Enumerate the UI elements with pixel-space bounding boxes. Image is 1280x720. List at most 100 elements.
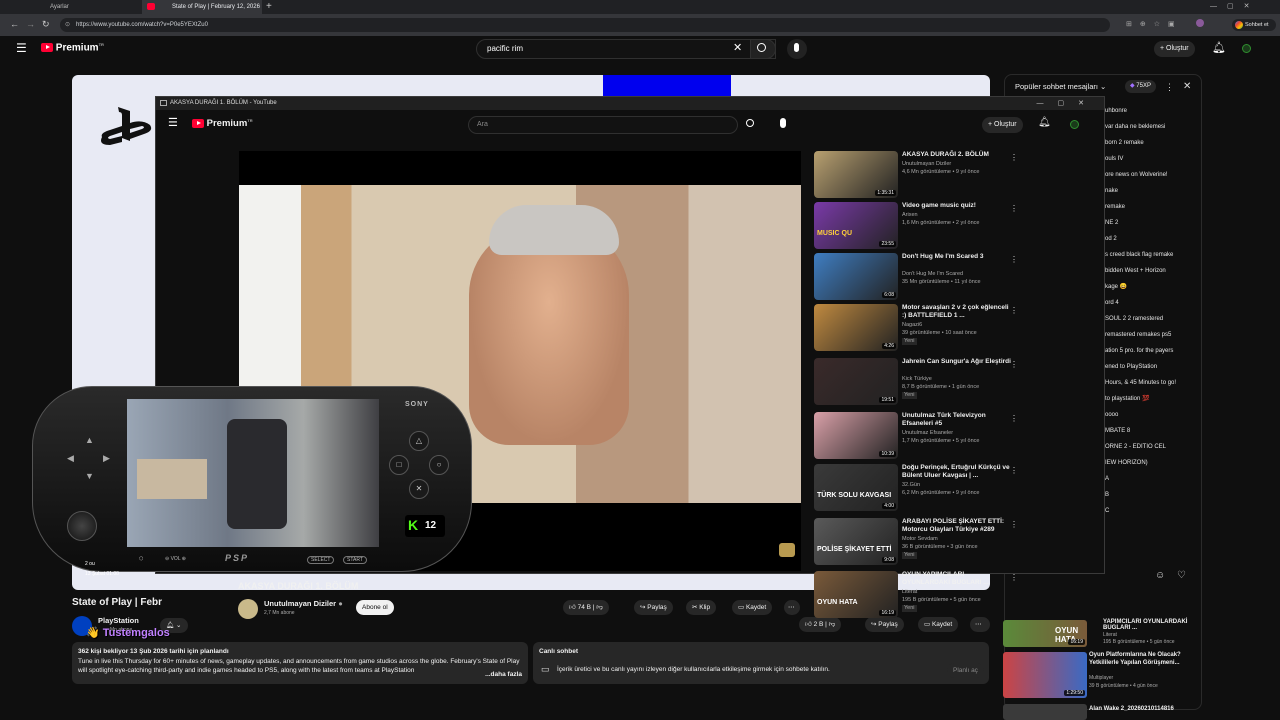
rec-thumbnail[interactable]: 16:19 OYUN HATA (814, 571, 898, 618)
popup-save-button[interactable]: ▭ Kaydet (732, 600, 773, 615)
back-icon[interactable]: ← (10, 19, 19, 29)
close-chat-icon[interactable]: ✕ (1183, 81, 1191, 92)
rec-item[interactable]: 16:19 OYUN HATA OYUN YAPIMCILARI OYUNLARDA… (814, 571, 1018, 621)
popup-like-button[interactable]: 👍︎ 74 B | 👎︎ (563, 600, 609, 615)
rec-title[interactable]: Doğu Perinçek, Ertuğrul Kürkçü ve Bülent… (902, 464, 1012, 480)
chat-more-icon[interactable]: ⋮ (1165, 82, 1174, 93)
rec-thumb-2[interactable]: 1:29:50 (1003, 652, 1087, 698)
rec-item[interactable]: 10:39 Unutulmaz Türk Televizyon Efsaneler… (814, 412, 1018, 462)
popup-mic-icon[interactable] (780, 118, 786, 128)
rec-item[interactable]: 4:26 Motor savaşları 2 v 2 çok eğlenceli … (814, 304, 1018, 354)
new-tab-icon[interactable]: + (266, 1, 272, 12)
rec-meta: 1,6 Mn görüntüleme • 2 yıl önce (902, 220, 980, 226)
account-avatar[interactable] (1242, 44, 1251, 53)
rec-more-icon[interactable]: ⋮ (1010, 204, 1018, 213)
rec-more-icon[interactable]: ⋮ (1010, 153, 1018, 162)
voice-search-button[interactable] (787, 39, 807, 59)
main-channel-name[interactable]: PlayStation (98, 616, 139, 625)
chat-message: kage 😄 (1105, 284, 1128, 290)
rec-title-1[interactable]: YAPIMCILARI OYUNLARDAKİ BUGLARI ... (1103, 619, 1198, 631)
rec-thumb-1[interactable]: OYUN HATA 16:19 (1003, 620, 1087, 647)
chat-mode-dropdown[interactable]: Popüler sohbet mesajları ⌄ (1015, 82, 1106, 91)
rec-title-3[interactable]: Alan Wake 2_20260210114816 (1089, 706, 1199, 712)
rec-thumbnail[interactable]: 4:26 (814, 304, 898, 351)
popup-channel-avatar[interactable] (238, 599, 258, 619)
tab-settings[interactable]: Ayarlar (20, 0, 142, 14)
popup-more-button[interactable]: ⋯ (784, 600, 800, 615)
popup-notifications-icon[interactable]: 🔔︎ (1038, 117, 1051, 128)
profile-avatar[interactable] (1196, 19, 1204, 27)
site-info-icon[interactable]: ⊙ (65, 18, 70, 32)
clear-search-icon[interactable]: ✕ (733, 41, 742, 54)
popup-menu-icon[interactable]: ☰ (168, 116, 178, 129)
rec-duration: 10:39 (879, 451, 896, 457)
analog-stick (67, 511, 97, 541)
popup-account-avatar[interactable] (1070, 120, 1079, 129)
chat-message: IEW HORIZON) (1105, 460, 1148, 466)
rec-thumbnail[interactable]: 1:35:31 (814, 151, 898, 198)
extension-icons[interactable]: ⊞⊕☆▣ (1126, 20, 1183, 28)
rec-more-icon[interactable]: ⋮ (1010, 520, 1018, 529)
popup-channel-name[interactable]: Unutulmayan Diziler ● (264, 599, 343, 608)
forward-icon[interactable]: → (26, 19, 35, 29)
rec-duration: 16:19 (879, 610, 896, 616)
popup-youtube-logo[interactable]: OluşturPremiumTR (192, 118, 253, 129)
create-button[interactable]: + Oluştur (1154, 41, 1195, 57)
rec-more-icon[interactable]: ⋮ (1010, 255, 1018, 264)
description-more-link[interactable]: ...daha fazla (485, 669, 522, 679)
rec-thumbnail[interactable]: 19:51 (814, 358, 898, 405)
search-button[interactable] (750, 39, 776, 59)
rec-thumbnail[interactable]: 23:55 MUSIC QU (814, 202, 898, 249)
side-recommendations: OYUN HATA 16:19 YAPIMCILARI OYUNLARDAKİ … (1003, 619, 1199, 720)
rec-item[interactable]: 4:00 TÜRK SOLU KAVGASI Doğu Perinçek, Ertu… (814, 464, 1018, 514)
popup-search-input[interactable]: Ara (468, 116, 738, 134)
rec-title[interactable]: Don't Hug Me I'm Scared 3 (902, 253, 1012, 261)
rec-title-2[interactable]: Oyun Platformlarına Ne Olacak? Yetkilile… (1089, 652, 1199, 667)
rec-channel: 32.Gün (902, 482, 921, 488)
chat-button[interactable]: Sohbet et (1232, 19, 1276, 31)
rec-more-icon[interactable]: ⋮ (1010, 414, 1018, 423)
popup-window-controls[interactable]: —▢✕ (1037, 97, 1098, 110)
popup-clip-button[interactable]: ✂ Klip (686, 600, 717, 615)
rec-thumbnail[interactable]: 9:08 POLİSE ŞİKAYET ETTİ (814, 518, 898, 565)
live-chat-button[interactable]: Planlı aç (947, 663, 984, 678)
video-description[interactable]: 362 kişi bekliyor 13 Şub 2026 tarihi içi… (72, 642, 528, 684)
popup-create-button[interactable]: + Oluştur (982, 117, 1023, 133)
rec-more-icon[interactable]: ⋮ (1010, 573, 1018, 582)
notifications-icon[interactable]: 🔔︎ (1212, 41, 1226, 54)
subscribe-button[interactable]: Abone ol (356, 600, 394, 615)
rec-thumbnail[interactable]: 4:00 TÜRK SOLU KAVGASI (814, 464, 898, 511)
rec-item[interactable]: 19:51 Jahrein Can Sungur'a Ağır Eleştirdi… (814, 358, 1018, 408)
rec-title[interactable]: OYUN YAPIMCILARI OYUNLARDAKİ BUGLARI ... (902, 571, 1012, 587)
rec-thumbnail[interactable]: 6:08 (814, 253, 898, 300)
youtube-premium-logo[interactable]: PremiumTR (41, 42, 104, 53)
rec-title[interactable]: Unutulmaz Türk Televizyon Efsaneleri #5 (902, 412, 1012, 428)
rec-new-badge: Yeni (902, 552, 917, 559)
rec-more-icon[interactable]: ⋮ (1010, 466, 1018, 475)
rec-item[interactable]: 23:55 MUSIC QU Video game music quiz! Arixe… (814, 202, 1018, 252)
address-bar[interactable]: ⊙ https://www.youtube.com/watch?v=P0e5YE… (60, 18, 1110, 32)
popup-search-button[interactable] (745, 118, 757, 130)
emoji-icon[interactable]: ☺ (1155, 570, 1165, 581)
rec-item[interactable]: 9:08 POLİSE ŞİKAYET ETTİ ARABAYI POLİSE Şİ… (814, 518, 1018, 568)
rec-thumbnail[interactable]: 10:39 (814, 412, 898, 459)
rec-title[interactable]: AKASYA DURAĞI 2. BÖLÜM (902, 151, 1012, 159)
window-controls[interactable]: —▢✕ (1210, 2, 1275, 10)
rec-thumb-3[interactable] (1003, 704, 1087, 720)
menu-icon[interactable]: ☰ (16, 41, 27, 55)
chat-message: Hours, & 45 Minutes to go! (1105, 380, 1177, 386)
rec-item[interactable]: 6:08 Don't Hug Me I'm Scared 3 Don't Hug M… (814, 253, 1018, 303)
search-input[interactable]: pacific rim (476, 39, 776, 59)
heart-icon[interactable]: ♡ (1177, 570, 1186, 581)
tab-state-of-play[interactable]: State of Play | February 12, 2026 (142, 0, 262, 14)
xp-badge[interactable]: ◆ 75XP (1125, 80, 1156, 93)
rec-title[interactable]: Motor savaşları 2 v 2 çok eğlenceli :) B… (902, 304, 1012, 320)
rec-item[interactable]: 1:35:31 AKASYA DURAĞI 2. BÖLÜM Unutulmayan… (814, 151, 1018, 201)
rec-title[interactable]: Video game music quiz! (902, 202, 1012, 210)
popup-share-button[interactable]: ↪ Paylaş (634, 600, 673, 615)
rec-more-icon[interactable]: ⋮ (1010, 306, 1018, 315)
rec-title[interactable]: ARABAYI POLİSE ŞİKAYET ETTİ: Motorcu Ola… (902, 518, 1012, 534)
reload-icon[interactable]: ↻ (42, 19, 50, 30)
rec-more-icon[interactable]: ⋮ (1010, 360, 1018, 369)
rec-title[interactable]: Jahrein Can Sungur'a Ağır Eleştirdi (902, 358, 1012, 366)
